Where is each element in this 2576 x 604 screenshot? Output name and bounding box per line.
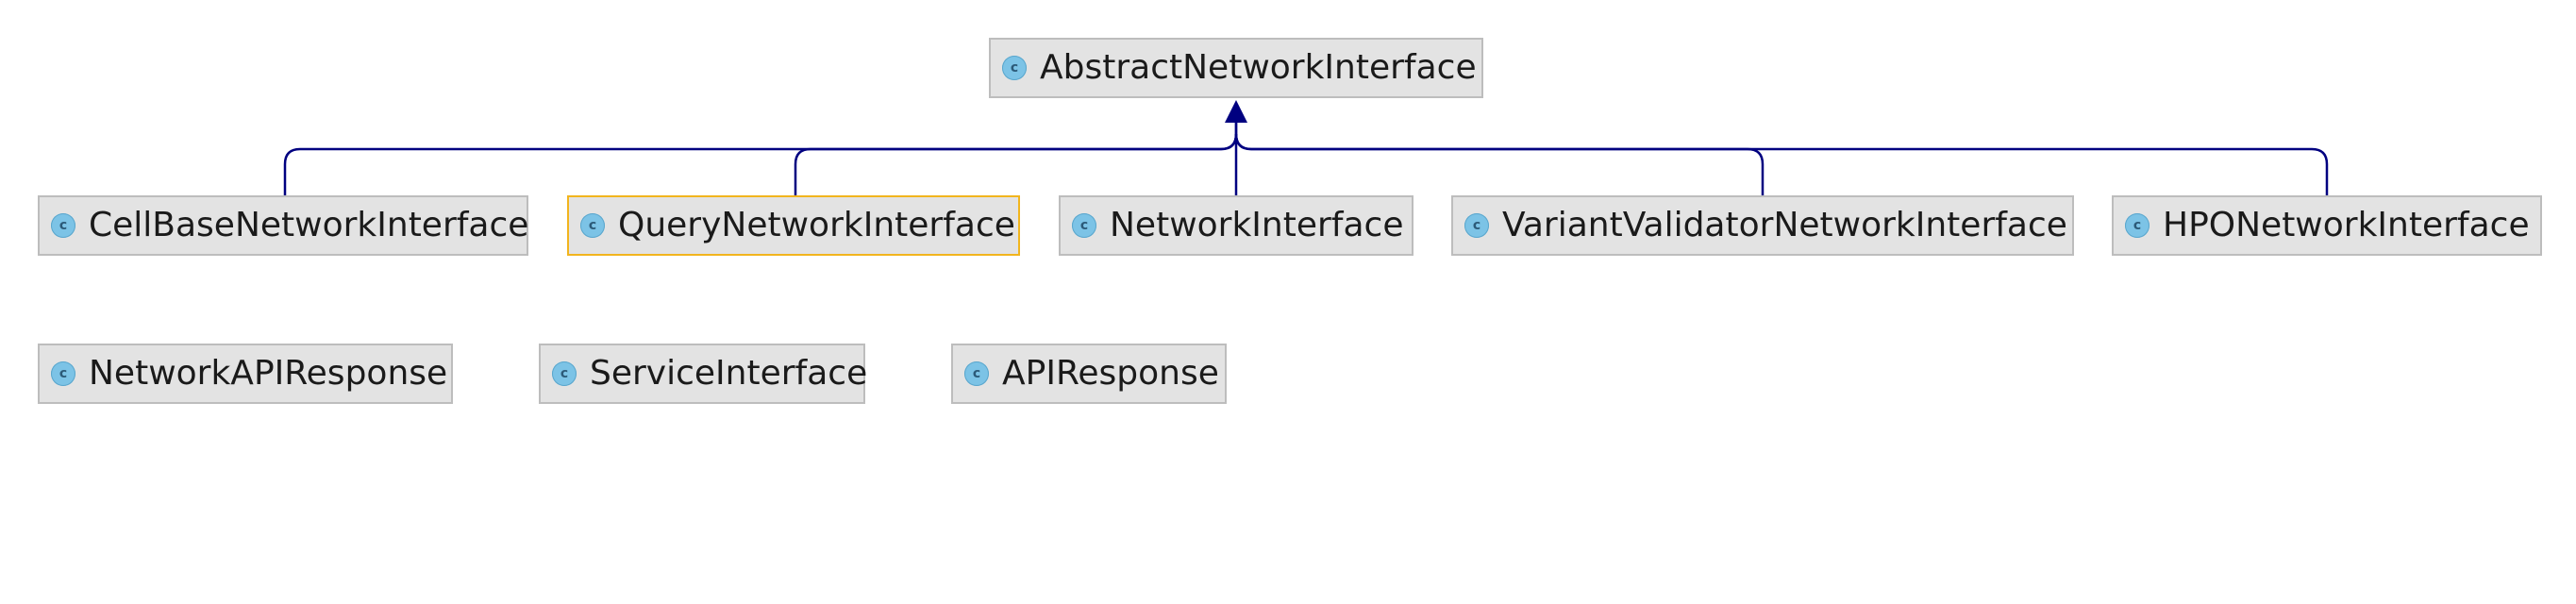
- class-label: APIResponse: [1002, 354, 1219, 393]
- class-node-query-network-interface[interactable]: c QueryNetworkInterface: [567, 195, 1020, 256]
- class-node-network-interface[interactable]: c NetworkInterface: [1059, 195, 1413, 256]
- class-node-abstract-network-interface[interactable]: c AbstractNetworkInterface: [989, 38, 1483, 98]
- class-node-service-interface[interactable]: c ServiceInterface: [539, 344, 868, 404]
- class-label: QueryNetworkInterface: [618, 206, 1015, 244]
- class-icon: c: [2125, 213, 2149, 238]
- edge-variant-to-abstract: [1234, 133, 1765, 195]
- class-icon: c: [964, 361, 989, 386]
- class-label: ServiceInterface: [590, 354, 868, 393]
- class-icon: c: [1464, 213, 1489, 238]
- class-node-hpo-network-interface[interactable]: c HPONetworkInterface: [2112, 195, 2542, 256]
- class-label: HPONetworkInterface: [2163, 206, 2530, 244]
- class-icon: c: [580, 213, 605, 238]
- class-label: NetworkAPIResponse: [89, 354, 448, 393]
- class-icon: c: [1002, 56, 1027, 80]
- class-icon: c: [552, 361, 577, 386]
- class-icon: c: [51, 361, 75, 386]
- class-node-variant-validator-network-interface[interactable]: c VariantValidatorNetworkInterface: [1451, 195, 2074, 256]
- edge-cellbase-to-abstract: [283, 121, 1238, 195]
- class-label: AbstractNetworkInterface: [1040, 48, 1477, 87]
- edge-query-to-abstract: [794, 133, 1238, 195]
- inheritance-arrowhead: [1225, 100, 1247, 123]
- class-label: CellBaseNetworkInterface: [89, 206, 529, 244]
- class-node-api-response[interactable]: c APIResponse: [951, 344, 1227, 404]
- class-node-cellbase-network-interface[interactable]: c CellBaseNetworkInterface: [38, 195, 528, 256]
- class-icon: c: [1072, 213, 1096, 238]
- class-icon: c: [51, 213, 75, 238]
- class-label: NetworkInterface: [1110, 206, 1404, 244]
- edge-hpo-to-abstract: [1234, 133, 2329, 195]
- class-node-network-api-response[interactable]: c NetworkAPIResponse: [38, 344, 453, 404]
- class-label: VariantValidatorNetworkInterface: [1502, 206, 2067, 244]
